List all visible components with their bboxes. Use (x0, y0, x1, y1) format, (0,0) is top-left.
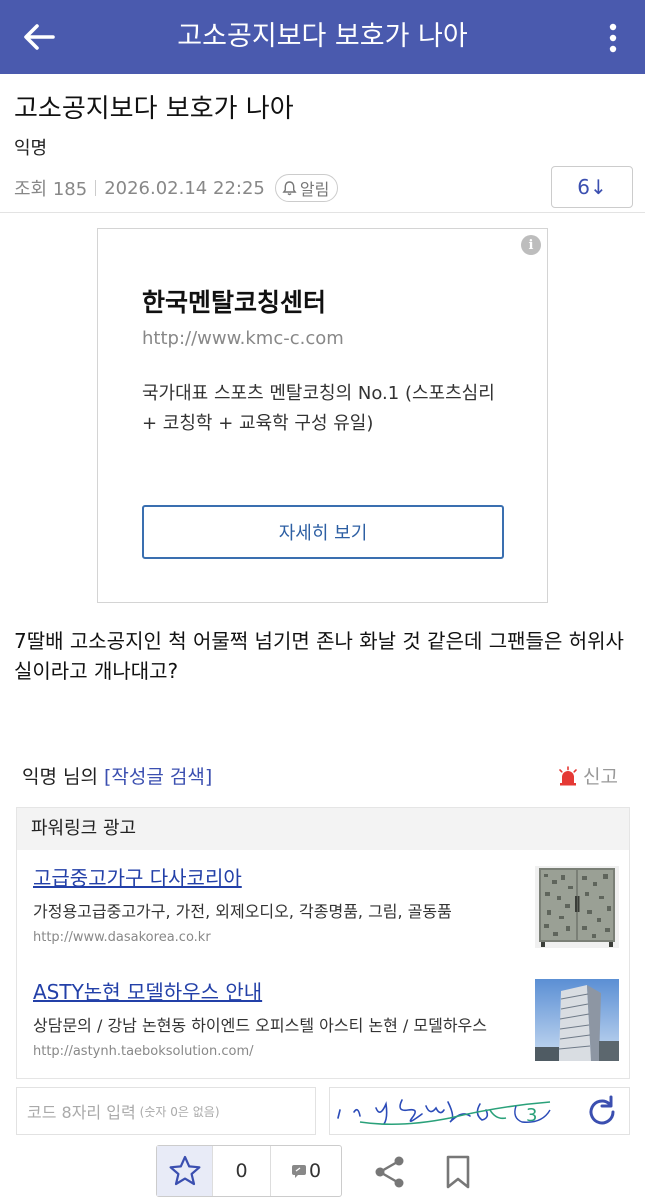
building-thumbnail[interactable] (535, 979, 619, 1061)
powerlink-item-desc: 가정용고급중고가구, 가전, 외제오디오, 각종명품, 그림, 골동품 (33, 902, 452, 921)
powerlink-ad-box: 파워링크 광고 고급중고가구 다사코리아 가정용고급중고가구, 가전, 외제오디… (16, 807, 630, 1079)
comment-icon (291, 1165, 306, 1178)
recommend-button[interactable] (157, 1146, 213, 1196)
bottom-action-bar: 0 0 (0, 1145, 645, 1200)
ad-description: 국가대표 스포츠 멘탈코칭의 No.1 (스포츠심리 + 코칭학 + 교육학 구… (142, 383, 495, 434)
alarm-label: 알림 (299, 180, 330, 199)
author-line-text: 익명 님의 (22, 766, 98, 788)
comment-jump-button[interactable]: 6↓ (551, 166, 633, 208)
powerlink-item-url: http://www.dasakorea.co.kr (33, 930, 211, 945)
captcha-placeholder: 코드 8자리 입력 (27, 1103, 136, 1122)
captcha-scribble: 3 (337, 1099, 551, 1126)
post-datetime: 2026.02.14 22:25 (104, 177, 265, 199)
ad-url[interactable]: http://www.kmc-c.com (142, 328, 344, 349)
captcha-placeholder-note: (숫자 0은 없음) (139, 1104, 220, 1119)
meta-divider (95, 180, 97, 196)
powerlink-item[interactable]: 고급중고가구 다사코리아 가정용고급중고가구, 가전, 외제오디오, 각종명품,… (33, 864, 523, 945)
powerlink-item-url: http://astynh.taeboksolution.com/ (33, 1044, 254, 1059)
info-icon[interactable]: i (521, 235, 541, 255)
post-body: 7딸배 고소공지인 척 어물쩍 넘기면 존나 화날 것 같은데 그팬들은 허위사… (14, 629, 624, 683)
author-posts-search-link[interactable]: [작성글 검색] (104, 766, 212, 788)
comment-count-button[interactable]: 0 (271, 1146, 341, 1196)
recommend-count: 0 (213, 1146, 271, 1196)
share-icon[interactable] (372, 1154, 408, 1190)
refresh-icon[interactable] (585, 1095, 619, 1129)
powerlink-item-title[interactable]: ASTY논현 모델하우스 안내 (33, 978, 523, 1006)
comment-count: 0 (308, 1160, 322, 1182)
more-options-button[interactable] (603, 18, 623, 58)
recommend-group: 0 0 (156, 1145, 342, 1197)
siren-icon (559, 765, 577, 785)
post-title: 고소공지보다 보호가 나아 (14, 94, 294, 124)
star-icon (169, 1155, 200, 1186)
furniture-thumbnail[interactable] (535, 866, 619, 948)
report-label: 신고 (583, 766, 618, 788)
view-count: 조회 185 (14, 179, 88, 200)
more-vertical-icon (609, 23, 617, 53)
ad-cta-button[interactable]: 자세히 보기 (142, 505, 504, 559)
ad-banner[interactable]: i 한국멘탈코칭센터 http://www.kmc-c.com 국가대표 스포츠… (97, 228, 548, 603)
header-divider (0, 212, 645, 213)
report-button[interactable]: 신고 (557, 762, 618, 789)
post-author: 익명 (14, 138, 48, 159)
app-bar-title: 고소공지보다 보호가 나아 (177, 21, 468, 52)
captcha-code-input[interactable]: 코드 8자리 입력 (숫자 0은 없음) (16, 1087, 316, 1135)
captcha-image: 3 (329, 1087, 630, 1135)
author-line: 익명 님의 [작성글 검색] (22, 762, 212, 789)
alarm-button[interactable]: 알림 (274, 174, 339, 202)
powerlink-item-desc: 상담문의 / 강남 논현동 하이엔드 오피스텔 아스티 논현 / 모델하우스 (33, 1016, 487, 1035)
top-app-bar: 고소공지보다 보호가 나아 (0, 0, 645, 74)
powerlink-item-title[interactable]: 고급중고가구 다사코리아 (33, 864, 523, 892)
bookmark-icon[interactable] (440, 1154, 476, 1190)
bell-icon (282, 181, 297, 196)
ad-title[interactable]: 한국멘탈코칭센터 (142, 283, 326, 319)
powerlink-item[interactable]: ASTY논현 모델하우스 안내 상담문의 / 강남 논현동 하이엔드 오피스텔 … (33, 978, 523, 1059)
post-meta: 조회 185 2026.02.14 22:25 알림 (14, 174, 339, 202)
powerlink-header: 파워링크 광고 (17, 808, 629, 850)
